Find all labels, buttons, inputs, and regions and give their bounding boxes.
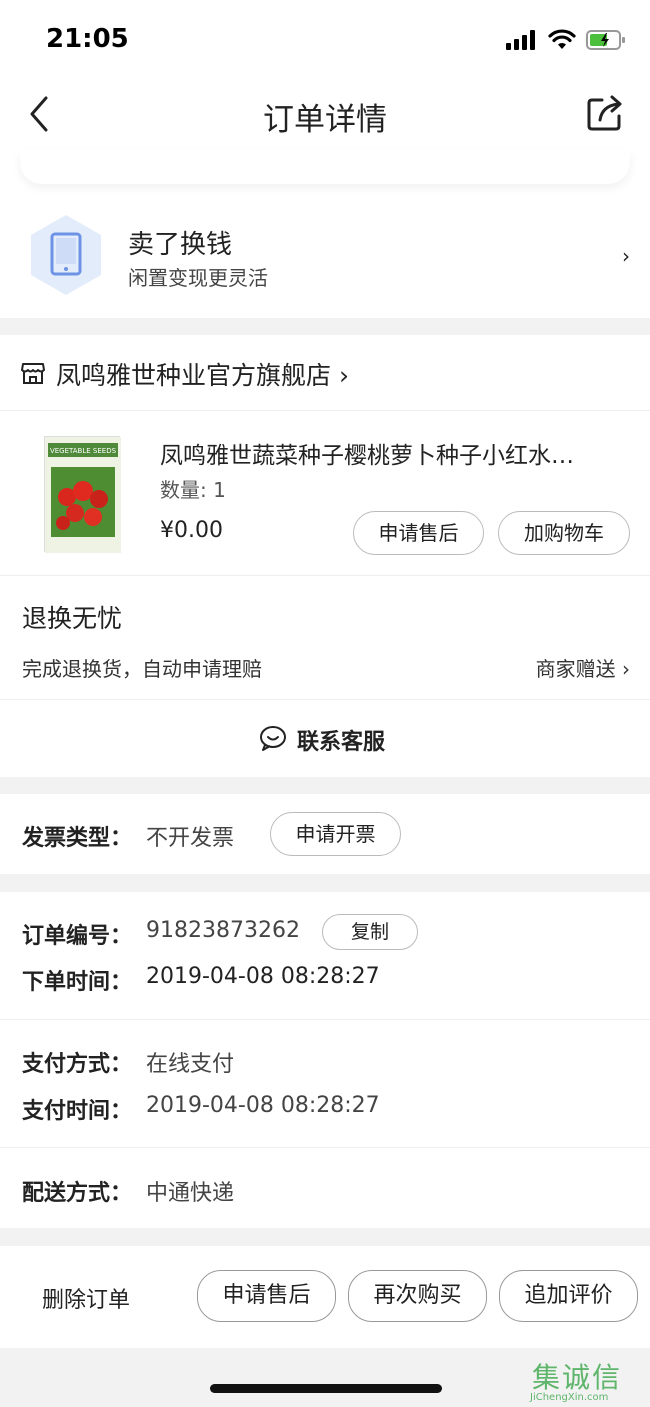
watermark-url: JiChengXin.com (530, 1392, 609, 1403)
divider (0, 1019, 650, 1020)
invoice-type-value: 不开发票 (146, 826, 235, 851)
store-icon (21, 363, 45, 384)
contact-service-label: 联系客服 (297, 730, 386, 755)
chevron-right-icon: › (622, 244, 630, 268)
chat-bubble-icon (260, 726, 286, 751)
contact-service-button[interactable]: 联系客服 (0, 700, 650, 776)
home-indicator[interactable] (210, 1384, 442, 1393)
product-quantity: 数量: 1 (160, 478, 226, 502)
promo-title: 卖了换钱 (128, 230, 233, 260)
guarantee-badge-link[interactable]: 商家赠送 › (536, 653, 630, 682)
payment-method-label: 支付方式： (22, 1052, 133, 1077)
order-time-value: 2019-04-08 08:28:27 (146, 964, 380, 989)
payment-time-label: 支付时间： (22, 1099, 133, 1124)
product-price: ¥0.00 (160, 518, 223, 543)
payment-time-value: 2019-04-08 08:28:27 (146, 1093, 380, 1118)
add-to-cart-button[interactable]: 加购物车 (498, 511, 630, 555)
guarantee-title: 退换无忧 (22, 604, 123, 633)
nav-bar: 订单详情 (0, 78, 650, 150)
page-title: 订单详情 (263, 102, 387, 138)
bottom-after-sale-button[interactable]: 申请售后 (197, 1270, 336, 1322)
seed-packet-icon: VEGETABLE SEEDS (45, 437, 121, 553)
product-image[interactable]: VEGETABLE SEEDS (44, 436, 121, 553)
order-time-label: 下单时间： (22, 970, 133, 995)
product-title[interactable]: 凤鸣雅世蔬菜种子樱桃萝卜种子小红水… (160, 436, 610, 470)
copy-button[interactable]: 复制 (322, 914, 418, 950)
status-time: 21:05 (46, 24, 129, 54)
divider (0, 575, 650, 576)
status-bar: 21:05 (0, 0, 650, 78)
payment-method-value: 在线支付 (146, 1052, 235, 1077)
watermark-logo: 集诚信 JiChengXin.com (526, 1356, 644, 1406)
wifi-icon (548, 29, 576, 49)
promo-subtitle: 闲置变现更灵活 (128, 266, 268, 290)
watermark-brand: 集诚信 (532, 1361, 623, 1394)
packet-label: VEGETABLE SEEDS (50, 447, 117, 455)
tablet-icon (31, 215, 101, 295)
collapsed-card (20, 150, 630, 184)
share-icon[interactable] (584, 90, 628, 134)
rebuy-button[interactable]: 再次购买 (348, 1270, 487, 1322)
delete-order-button[interactable]: 删除订单 (42, 1282, 130, 1314)
divider (0, 1147, 650, 1148)
delivery-method-value: 中通快递 (146, 1181, 235, 1206)
divider (0, 410, 650, 411)
order-id-label: 订单编号： (22, 924, 133, 949)
add-review-button[interactable]: 追加评价 (499, 1270, 638, 1322)
status-icons (506, 28, 626, 52)
battery-icon (586, 30, 625, 50)
signal-icon (506, 30, 535, 50)
product-after-sale-button[interactable]: 申请售后 (353, 511, 484, 555)
order-id-value: 91823873262 (146, 918, 300, 943)
store-name-link[interactable]: 凤鸣雅世种业官方旗舰店 › (56, 356, 349, 392)
delivery-method-label: 配送方式： (22, 1181, 133, 1206)
apply-invoice-button[interactable]: 申请开票 (270, 812, 401, 856)
invoice-type-label: 发票类型： (22, 826, 133, 851)
guarantee-desc: 完成退换货，自动申请理赔 (22, 657, 262, 681)
